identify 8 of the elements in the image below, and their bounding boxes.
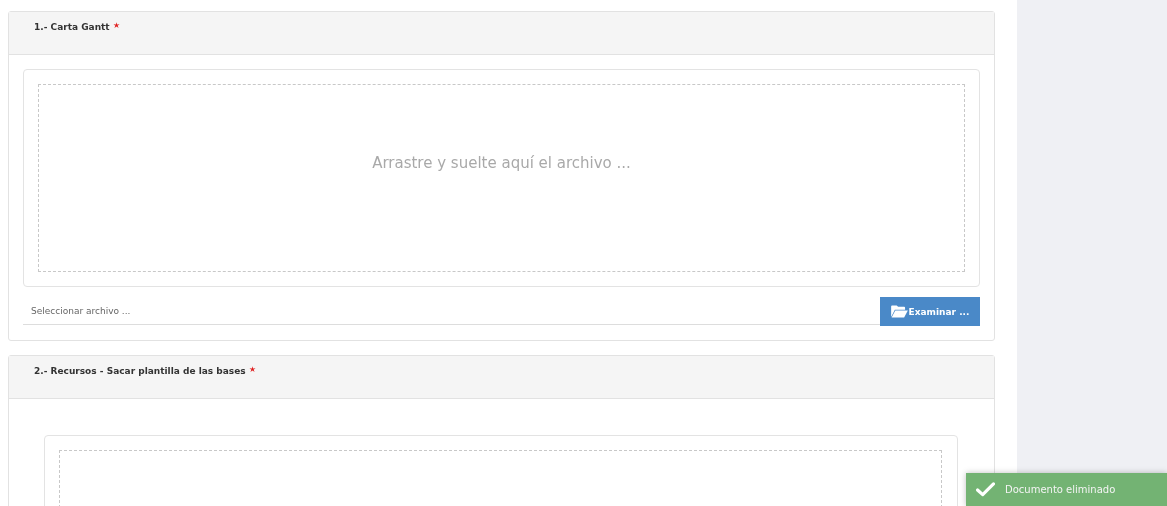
checkmark-icon xyxy=(976,482,995,497)
browse-button[interactable]: Examinar ... xyxy=(880,297,980,326)
dropzone[interactable]: Arrastre y suelte aquí el archivo ... xyxy=(38,84,965,272)
dropzone-text: Arrastre y suelte aquí el archivo ... xyxy=(372,154,631,172)
panel-title: 2.- Recursos - Sacar plantilla de las bases xyxy=(34,366,246,376)
folder-icon xyxy=(890,305,908,318)
notification-text: Documento eliminado xyxy=(1005,484,1116,495)
panel-title: 1.- Carta Gantt xyxy=(34,22,110,32)
